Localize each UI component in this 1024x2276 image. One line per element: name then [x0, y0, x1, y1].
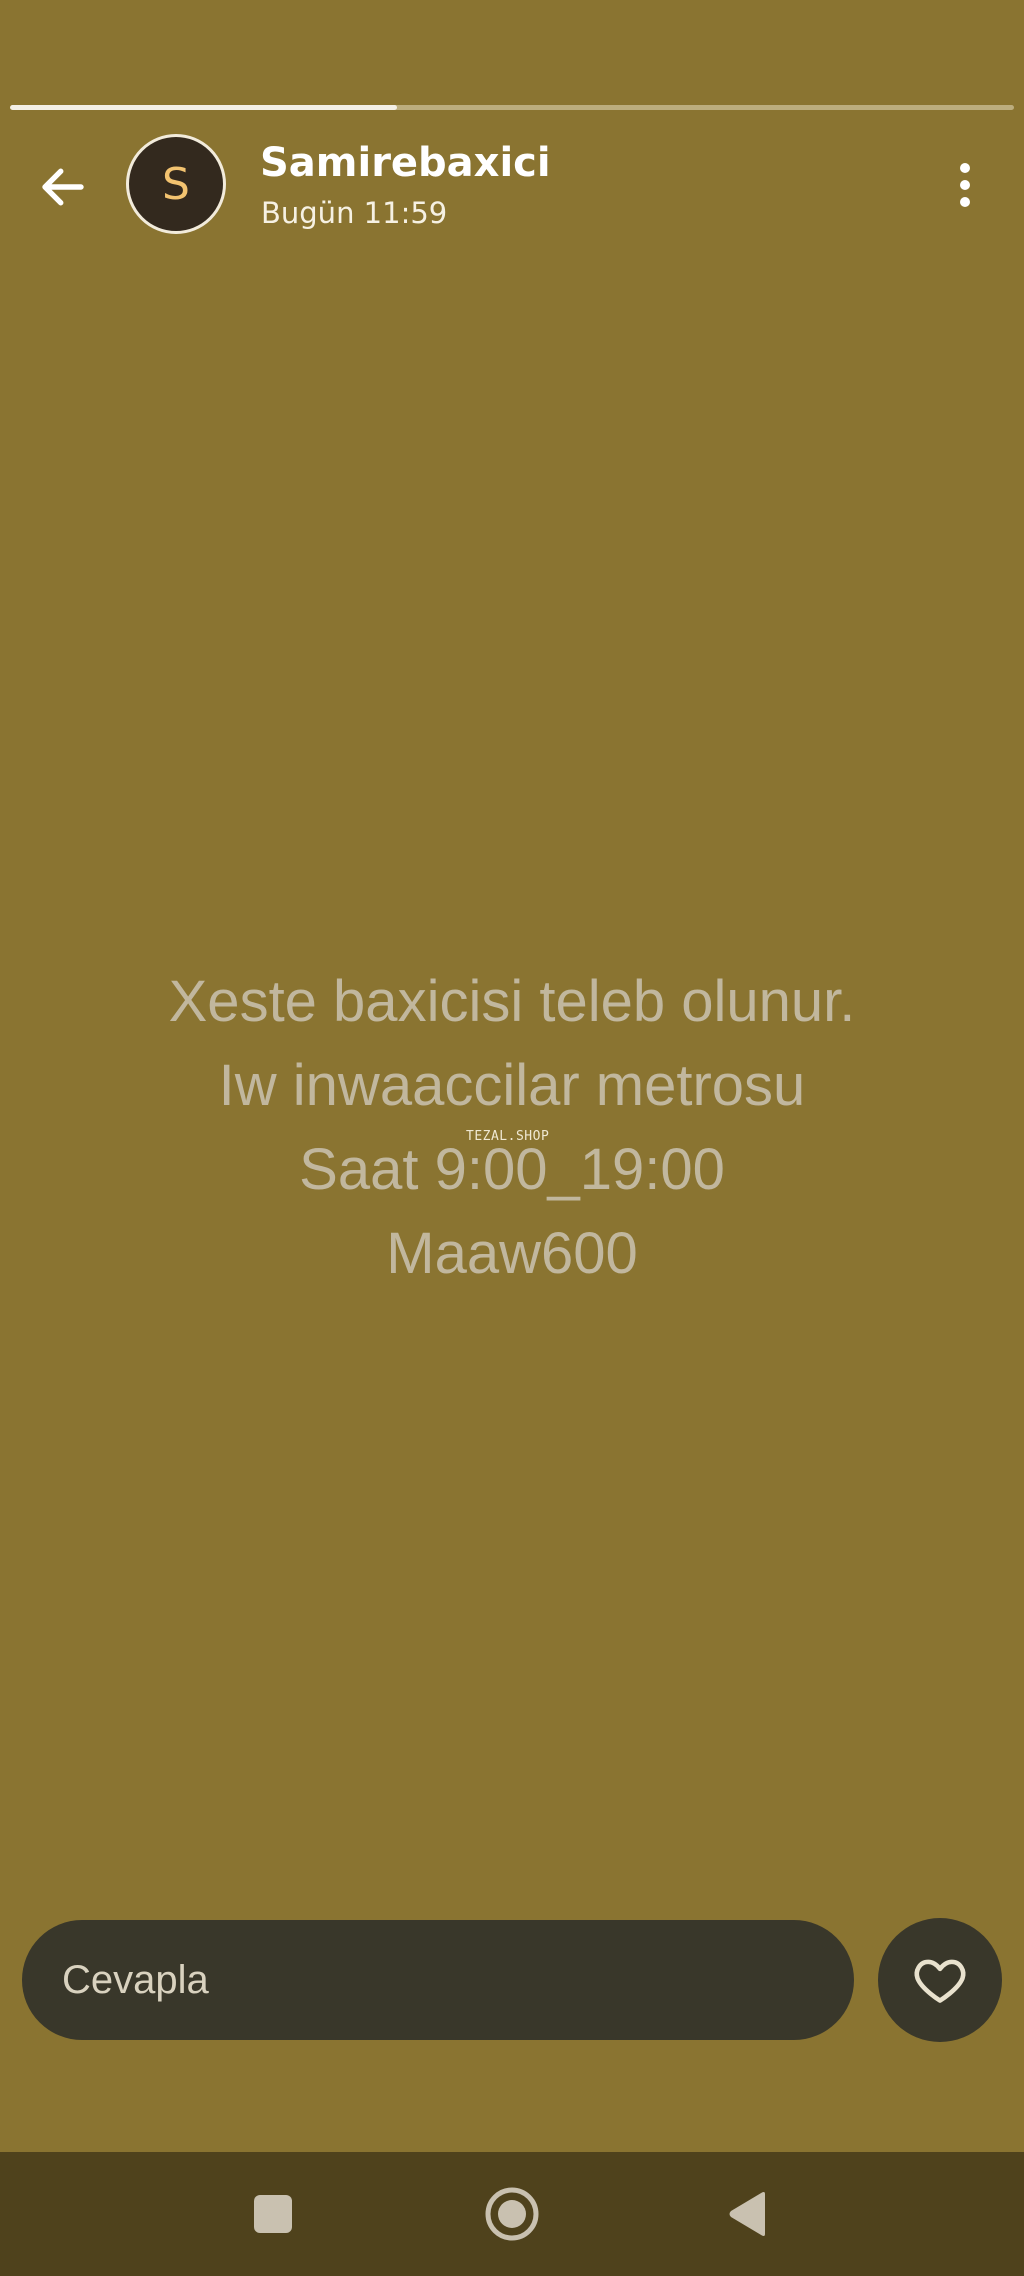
story-text: Xeste baxicisi teleb olunur. Iw inwaacci…	[0, 960, 1024, 1296]
system-navigation-bar	[0, 2152, 1024, 2276]
story-progress-bar	[10, 105, 1014, 110]
back-button[interactable]	[28, 152, 98, 222]
heart-icon	[914, 1959, 966, 2003]
story-timestamp: Bugün 11:59	[261, 196, 448, 230]
recents-button[interactable]	[233, 2174, 313, 2254]
story-author-name[interactable]: Samirebaxici	[260, 140, 551, 186]
more-options-button[interactable]	[935, 150, 995, 220]
story-line: Xeste baxicisi teleb olunur.	[168, 969, 856, 1034]
like-button[interactable]	[878, 1918, 1002, 2042]
avatar[interactable]: S	[126, 134, 226, 234]
reply-input[interactable]	[22, 1920, 854, 2040]
circle-icon	[485, 2187, 539, 2241]
story-header: S Samirebaxici Bugün 11:59	[0, 130, 1024, 240]
story-progress-fill	[10, 105, 397, 110]
more-vertical-icon	[960, 163, 970, 207]
square-icon	[254, 2195, 292, 2233]
story-line: Maaw600	[386, 1221, 638, 1286]
watermark-text: TEZAL.SHOP	[466, 1129, 550, 1144]
back-nav-button[interactable]	[708, 2174, 788, 2254]
triangle-back-icon	[729, 2192, 765, 2236]
home-button[interactable]	[472, 2174, 552, 2254]
avatar-initial: S	[162, 158, 190, 210]
story-line: Iw inwaaccilar metrosu	[218, 1053, 806, 1118]
arrow-left-icon	[42, 168, 84, 206]
